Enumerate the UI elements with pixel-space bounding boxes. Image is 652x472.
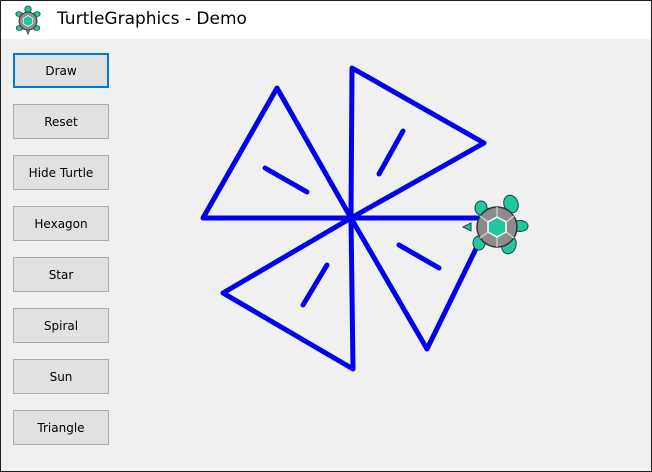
triangle-stroke-upper-left (200, 85, 354, 221)
app-window: TurtleGraphics - Demo Draw Reset Hide Tu… (0, 0, 652, 472)
spiral-button[interactable]: Spiral (13, 308, 109, 343)
star-button[interactable]: Star (13, 257, 109, 292)
reset-button[interactable]: Reset (13, 104, 109, 139)
dash-stroke-1 (262, 165, 310, 195)
triangle-stroke-upper-right (348, 65, 487, 221)
drawing-canvas[interactable] (119, 39, 651, 471)
draw-button[interactable]: Draw (13, 53, 109, 88)
triangle-stroke-lower-right (348, 215, 494, 352)
triangle-stroke-lower-left (220, 215, 356, 372)
dash-stroke-4 (300, 262, 330, 308)
dash-stroke-2 (376, 128, 406, 177)
triangle-button[interactable]: Triangle (13, 410, 109, 445)
title-bar: TurtleGraphics - Demo (1, 1, 651, 39)
turtle-app-icon (15, 5, 41, 35)
turtle-cursor-icon (461, 194, 529, 255)
dash-stroke-3 (396, 242, 442, 271)
hide-turtle-button[interactable]: Hide Turtle (13, 155, 109, 190)
hexagon-button[interactable]: Hexagon (13, 206, 109, 241)
sun-button[interactable]: Sun (13, 359, 109, 394)
window-title: TurtleGraphics - Demo (57, 9, 247, 29)
